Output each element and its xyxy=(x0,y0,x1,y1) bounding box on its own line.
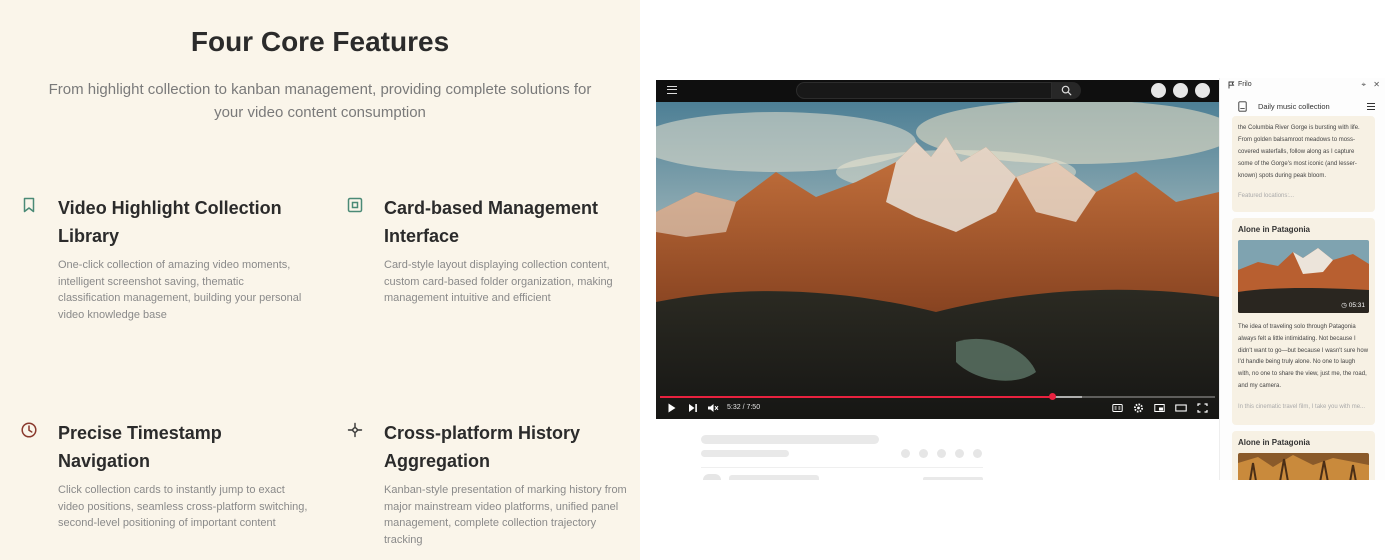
card-footer: Featured locations:... xyxy=(1238,193,1295,199)
video-player[interactable]: 5:32 / 7:50 xyxy=(656,80,1219,419)
skeleton-subtitle xyxy=(701,450,789,457)
card-thumbnail[interactable]: ◷ 05:31 xyxy=(1238,240,1369,313)
fullscreen-icon[interactable] xyxy=(1197,402,1208,414)
flag-icon xyxy=(1228,81,1235,89)
feature-description: Kanban-style presentation of marking his… xyxy=(384,484,627,546)
crosshair-icon xyxy=(347,422,363,438)
skeleton-dot xyxy=(919,449,928,458)
time-display: 5:32 / 7:50 xyxy=(727,404,761,411)
card-icon xyxy=(347,197,363,213)
settings-icon[interactable] xyxy=(1133,402,1144,414)
menu-icon[interactable] xyxy=(667,86,677,94)
folder-name: Daily music collection xyxy=(1258,102,1330,111)
card-text: the Columbia River Gorge is bursting wit… xyxy=(1238,125,1360,179)
feature-card-management: Card-based Management Interface Card-sty… xyxy=(347,194,634,307)
feature-history-aggregation: Cross-platform History Aggregation Kanba… xyxy=(347,419,634,548)
skeleton-avatar xyxy=(703,474,721,480)
panel-header: Frilo ⌖ ✕ xyxy=(1220,78,1385,93)
notifications-button[interactable] xyxy=(1173,83,1188,98)
section-title: Four Core Features xyxy=(190,26,450,57)
feature-title: Card-based Management Interface xyxy=(384,198,599,246)
feature-description: One-click collection of amazing video mo… xyxy=(58,259,302,321)
clock-icon xyxy=(21,422,37,438)
feature-description: Click collection cards to instantly jump… xyxy=(58,484,308,529)
app-name: Frilo xyxy=(1238,81,1252,88)
card-title: Alone in Patagonia xyxy=(1238,225,1311,234)
skeleton-dot xyxy=(901,449,910,458)
miniplayer-icon[interactable] xyxy=(1154,402,1165,414)
collection-card[interactable]: Alone in Patagonia xyxy=(1232,431,1375,480)
search-button[interactable] xyxy=(1052,82,1081,99)
feature-description: Card-style layout displaying collection … xyxy=(384,259,613,304)
skeleton-dot xyxy=(937,449,946,458)
skeleton-dot xyxy=(955,449,964,458)
collection-card[interactable]: the Columbia River Gorge is bursting wit… xyxy=(1232,116,1375,212)
feature-timestamp-navigation: Precise Timestamp Navigation Click colle… xyxy=(21,419,308,532)
close-icon[interactable]: ✕ xyxy=(1373,80,1380,89)
search-icon xyxy=(1061,85,1072,96)
section-subtitle: From highlight collection to kanban mana… xyxy=(48,81,592,121)
folder-selector[interactable]: Daily music collection xyxy=(1220,98,1385,116)
feature-title: Video Highlight Collection Library xyxy=(58,198,282,246)
progress-played xyxy=(660,396,1053,398)
subtitles-icon[interactable] xyxy=(1112,402,1123,414)
create-button[interactable] xyxy=(1151,83,1166,98)
mute-icon[interactable] xyxy=(707,402,719,414)
play-icon[interactable] xyxy=(667,402,677,414)
mountain-scene xyxy=(656,102,1219,419)
pin-icon[interactable]: ⌖ xyxy=(1361,80,1366,90)
avatar[interactable] xyxy=(1195,83,1210,98)
skeleton-line xyxy=(729,475,819,480)
skeleton-title xyxy=(701,435,879,444)
collection-card[interactable]: Alone in Patagonia ◷ 05:31 The idea of t… xyxy=(1232,218,1375,425)
thumbnail-image xyxy=(1238,453,1369,480)
frilo-side-panel: Frilo ⌖ ✕ Daily music collection the Col… xyxy=(1219,78,1385,480)
skeleton-dot xyxy=(973,449,982,458)
feature-title: Cross-platform History Aggregation xyxy=(384,423,581,471)
card-title: Alone in Patagonia xyxy=(1238,438,1311,447)
video-site-topbar xyxy=(656,80,1219,102)
document-icon xyxy=(1238,101,1247,112)
theater-mode-icon[interactable] xyxy=(1175,402,1187,414)
bookmark-icon xyxy=(23,197,35,213)
feature-title: Precise Timestamp Navigation xyxy=(58,423,222,471)
menu-icon[interactable] xyxy=(1367,103,1375,110)
divider xyxy=(701,467,983,468)
card-thumbnail[interactable] xyxy=(1238,453,1369,480)
feature-highlight-library: Video Highlight Collection Library One-c… xyxy=(23,194,308,323)
card-footer: In this cinematic travel film, I take yo… xyxy=(1238,403,1366,410)
search-input[interactable] xyxy=(796,82,1052,99)
skeleton-line xyxy=(923,477,983,480)
next-icon[interactable] xyxy=(688,402,698,414)
video-frame[interactable] xyxy=(656,102,1219,419)
features-section: Four Core Features From highlight collec… xyxy=(0,0,640,560)
card-text: The idea of traveling solo through Patag… xyxy=(1238,324,1369,389)
duration-badge: ◷ 05:31 xyxy=(1341,302,1365,309)
